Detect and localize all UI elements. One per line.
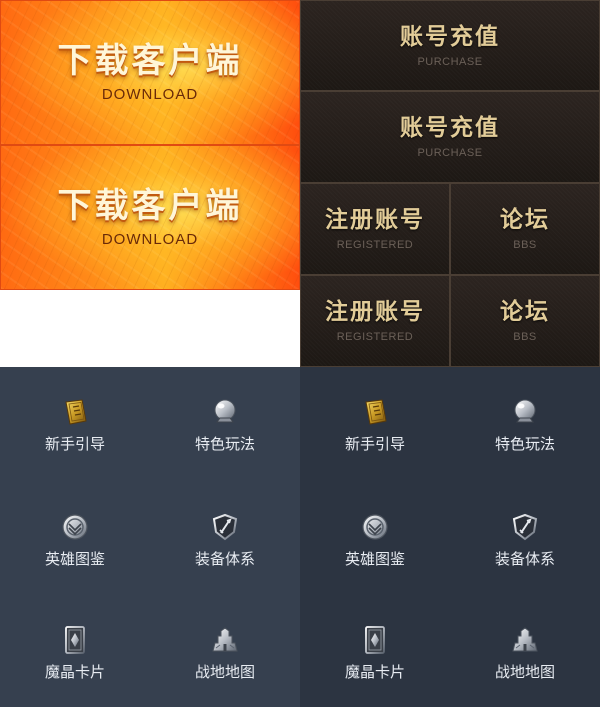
register-account-button[interactable]: 注册账号 REGISTERED bbox=[300, 183, 450, 275]
nav-item-battle-map[interactable]: 战地地图 bbox=[150, 625, 300, 681]
nav-label: 新手引导 bbox=[44, 435, 105, 453]
nav-label: 特色玩法 bbox=[194, 435, 255, 453]
forum-subtitle: BBS bbox=[513, 331, 537, 343]
nav-item-features[interactable]: 特色玩法 bbox=[450, 397, 600, 453]
sword-shield-icon bbox=[510, 512, 540, 542]
forum-subtitle: BBS bbox=[513, 239, 537, 251]
scroll-book-icon bbox=[60, 397, 90, 427]
nav-label: 装备体系 bbox=[194, 550, 255, 568]
nav-label: 战地地图 bbox=[194, 663, 255, 681]
guide-nav-panel-hover: 新手引导 特色玩法 英雄图鉴 装备体系 魔晶卡片 战地地图 bbox=[300, 367, 600, 707]
forum-title: 论坛 bbox=[500, 298, 550, 325]
nav-item-battle-map[interactable]: 战地地图 bbox=[450, 625, 600, 681]
register-title: 注册账号 bbox=[325, 298, 425, 325]
download-subtitle: DOWNLOAD bbox=[101, 231, 199, 248]
nav-item-equipment[interactable]: 装备体系 bbox=[150, 512, 300, 568]
download-title: 下载客户端 bbox=[57, 186, 243, 226]
magic-card-icon bbox=[360, 625, 390, 655]
download-subtitle: DOWNLOAD bbox=[101, 86, 199, 103]
nav-item-equipment[interactable]: 装备体系 bbox=[450, 512, 600, 568]
register-account-button-hover[interactable]: 注册账号 REGISTERED bbox=[300, 275, 450, 367]
recharge-title: 账号充值 bbox=[400, 22, 500, 50]
hero-emblem-icon bbox=[60, 512, 90, 542]
nav-label: 特色玩法 bbox=[494, 435, 555, 453]
recharge-title: 账号充值 bbox=[400, 114, 500, 141]
download-client-button[interactable]: 下载客户端 DOWNLOAD bbox=[0, 0, 300, 145]
nav-label: 英雄图鉴 bbox=[44, 550, 105, 568]
nav-item-hero-gallery[interactable]: 英雄图鉴 bbox=[0, 512, 150, 568]
hero-emblem-icon bbox=[360, 512, 390, 542]
nav-label: 魔晶卡片 bbox=[44, 663, 105, 681]
nav-item-newbie-guide[interactable]: 新手引导 bbox=[0, 397, 150, 453]
nav-label: 战地地图 bbox=[494, 663, 555, 681]
sword-shield-icon bbox=[210, 512, 240, 542]
scroll-book-icon bbox=[360, 397, 390, 427]
castle-map-icon bbox=[210, 625, 240, 655]
download-client-button-hover[interactable]: 下载客户端 DOWNLOAD bbox=[0, 145, 300, 290]
magic-card-icon bbox=[60, 625, 90, 655]
crystal-ball-icon bbox=[510, 397, 540, 427]
castle-map-icon bbox=[510, 625, 540, 655]
nav-item-newbie-guide[interactable]: 新手引导 bbox=[300, 397, 450, 453]
nav-label: 英雄图鉴 bbox=[344, 550, 405, 568]
nav-item-hero-gallery[interactable]: 英雄图鉴 bbox=[300, 512, 450, 568]
download-title: 下载客户端 bbox=[57, 41, 243, 81]
crystal-ball-icon bbox=[210, 397, 240, 427]
nav-item-magic-cards[interactable]: 魔晶卡片 bbox=[300, 625, 450, 681]
nav-label: 新手引导 bbox=[344, 435, 405, 453]
account-recharge-button-hover[interactable]: 账号充值 PURCHASE bbox=[300, 91, 600, 183]
register-title: 注册账号 bbox=[325, 206, 425, 233]
recharge-subtitle: PURCHASE bbox=[417, 147, 483, 159]
guide-nav-panel: 新手引导 特色玩法 英雄图鉴 装备体系 魔晶卡片 战地地图 bbox=[0, 367, 300, 707]
nav-label: 魔晶卡片 bbox=[344, 663, 405, 681]
register-subtitle: REGISTERED bbox=[336, 331, 414, 343]
forum-title: 论坛 bbox=[500, 206, 550, 233]
nav-label: 装备体系 bbox=[494, 550, 555, 568]
forum-button[interactable]: 论坛 BBS bbox=[450, 183, 600, 275]
register-subtitle: REGISTERED bbox=[336, 239, 414, 251]
forum-button-hover[interactable]: 论坛 BBS bbox=[450, 275, 600, 367]
nav-item-features[interactable]: 特色玩法 bbox=[150, 397, 300, 453]
account-recharge-button[interactable]: 账号充值 PURCHASE bbox=[300, 0, 600, 91]
recharge-subtitle: PURCHASE bbox=[417, 55, 483, 68]
nav-item-magic-cards[interactable]: 魔晶卡片 bbox=[0, 625, 150, 681]
